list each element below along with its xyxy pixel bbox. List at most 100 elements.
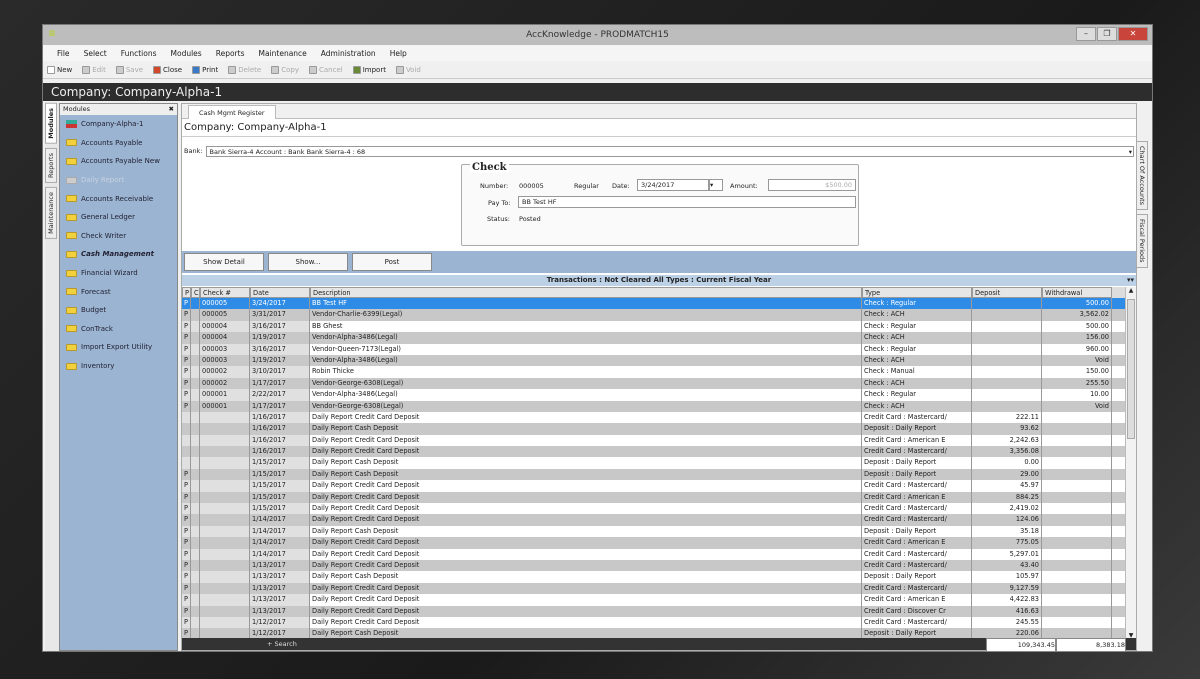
- payto-input[interactable]: BB Test HF: [518, 196, 856, 208]
- toolbar-copy-button[interactable]: Copy: [271, 65, 299, 74]
- toolbar-cancel-button[interactable]: Cancel: [308, 65, 343, 74]
- scrollbar-thumb[interactable]: [1127, 299, 1135, 439]
- column-header-p[interactable]: P: [182, 287, 191, 298]
- maximize-button[interactable]: ❐: [1097, 27, 1117, 41]
- table-row[interactable]: P 1/13/2017 Daily Report Credit Card Depos…: [182, 594, 1126, 606]
- menu-help[interactable]: Help: [390, 49, 407, 58]
- table-row[interactable]: 1/15/2017 Daily Report Cash Deposit Deposi…: [182, 457, 1126, 469]
- table-row[interactable]: P 1/13/2017 Daily Report Cash Deposit Depos…: [182, 571, 1126, 583]
- table-row[interactable]: 1/16/2017 Daily Report Credit Card Deposi…: [182, 434, 1126, 447]
- module-financial-wizard[interactable]: Financial Wizard: [60, 264, 177, 283]
- toolbar-delete-button[interactable]: Delete: [228, 65, 261, 74]
- column-header-withdrawal[interactable]: Withdrawal: [1042, 287, 1112, 298]
- toolbar-print-button[interactable]: Print: [192, 65, 218, 74]
- table-row[interactable]: P 1/13/2017 Daily Report Credit Card Depos…: [182, 605, 1126, 617]
- table-row[interactable]: P 1/12/2017 Daily Report Credit Card Depos…: [182, 616, 1126, 629]
- toolbar-save-button[interactable]: Save: [115, 65, 143, 74]
- module-accounts-payable-new[interactable]: Accounts Payable New: [60, 152, 177, 171]
- side-tab-chart-of-accounts[interactable]: Chart Of Accounts: [1136, 141, 1148, 211]
- cell-c: [191, 423, 200, 435]
- module-company-alpha-1[interactable]: Company-Alpha-1: [60, 115, 177, 134]
- module-accounts-payable[interactable]: Accounts Payable: [60, 134, 177, 153]
- cell-check: 000003: [200, 343, 250, 355]
- menu-select[interactable]: Select: [84, 49, 107, 58]
- table-row[interactable]: P 1/15/2017 Daily Report Credit Card Depos…: [182, 503, 1126, 515]
- module-inventory[interactable]: Inventory: [60, 357, 177, 376]
- table-row[interactable]: P 1/15/2017 Daily Report Credit Card Depos…: [182, 480, 1126, 492]
- module-accounts-receivable[interactable]: Accounts Receivable: [60, 189, 177, 208]
- side-tab-reports[interactable]: Reports: [45, 147, 57, 183]
- close-panel-icon[interactable]: ✖: [169, 104, 174, 115]
- table-row[interactable]: 1/16/2017 Daily Report Credit Card Deposi…: [182, 446, 1126, 458]
- minimize-button[interactable]: –: [1076, 27, 1096, 41]
- side-tab-fiscal-periods[interactable]: Fiscal Periods: [1136, 214, 1148, 268]
- table-row[interactable]: P 000004 3/16/2017 BB Ghest Check : Regular 5…: [182, 320, 1126, 333]
- cell-c: [191, 480, 200, 492]
- table-row[interactable]: P 1/14/2017 Daily Report Cash Deposit Depos…: [182, 525, 1126, 538]
- collapse-arrows-icon[interactable]: ▾▾: [1127, 275, 1134, 286]
- search-toggle[interactable]: + Search: [267, 638, 297, 650]
- cell-p: P: [182, 354, 191, 367]
- column-header-check[interactable]: Check #: [200, 287, 250, 298]
- table-row[interactable]: P 1/13/2017 Daily Report Credit Card Depos…: [182, 582, 1126, 595]
- module-general-ledger[interactable]: General Ledger: [60, 208, 177, 227]
- table-row[interactable]: P 1/13/2017 Daily Report Credit Card Depos…: [182, 559, 1126, 572]
- column-header-date[interactable]: Date: [250, 287, 310, 298]
- table-row[interactable]: 1/16/2017 Daily Report Credit Card Deposi…: [182, 411, 1126, 424]
- table-row[interactable]: P 1/14/2017 Daily Report Credit Card Depos…: [182, 537, 1126, 549]
- module-check-writer[interactable]: Check Writer: [60, 227, 177, 246]
- side-tab-modules[interactable]: Modules: [45, 103, 57, 144]
- amount-input[interactable]: $500.00: [768, 179, 856, 191]
- table-row[interactable]: 1/16/2017 Daily Report Cash Deposit Deposi…: [182, 423, 1126, 435]
- post-button[interactable]: Post: [352, 253, 432, 271]
- show-detail-button[interactable]: Show Detail: [184, 253, 264, 271]
- module-daily-report[interactable]: Daily Report: [60, 171, 177, 190]
- cell-deposit: 416.63: [972, 605, 1042, 617]
- column-header-type[interactable]: Type: [862, 287, 972, 298]
- module-budget[interactable]: Budget: [60, 301, 177, 320]
- cell-p: P: [182, 480, 191, 492]
- show-button[interactable]: Show...: [268, 253, 348, 271]
- cell-type: Credit Card : Mastercard/: [862, 480, 972, 492]
- date-input[interactable]: 3/24/2017: [637, 179, 709, 191]
- tab-cash-mgmt-register[interactable]: Cash Mgmt Register: [188, 105, 276, 119]
- bank-select[interactable]: Bank Sierra-4 Account : Bank Bank Sierra…: [205, 145, 1134, 157]
- transactions-table: P C Check # Date Description Type Deposit Withd…: [182, 287, 1126, 640]
- column-header-description[interactable]: Description: [310, 287, 862, 298]
- cell-p: P: [182, 389, 191, 401]
- toolbar-close-button[interactable]: Close: [153, 65, 182, 74]
- menu-modules[interactable]: Modules: [171, 49, 202, 58]
- module-cash-management[interactable]: Cash Management: [60, 245, 177, 264]
- table-row[interactable]: P 1/14/2017 Daily Report Credit Card Depos…: [182, 514, 1126, 526]
- table-row[interactable]: P 000002 3/10/2017 Robin Thicke Check : Manu…: [182, 366, 1126, 378]
- table-row[interactable]: P 1/15/2017 Daily Report Cash Deposit Depos…: [182, 468, 1126, 481]
- module-contrack[interactable]: ConTrack: [60, 320, 177, 339]
- table-row[interactable]: P 000005 3/24/2017 BB Test HF Check : Regula…: [182, 298, 1126, 310]
- table-row[interactable]: P 1/15/2017 Daily Report Credit Card Depos…: [182, 491, 1126, 504]
- table-row[interactable]: P 000004 1/19/2017 Vendor-Alpha-3486(Legal)…: [182, 332, 1126, 344]
- table-row[interactable]: P 000001 2/22/2017 Vendor-Alpha-3486(Legal)…: [182, 389, 1126, 401]
- date-picker-button[interactable]: ▾: [709, 179, 723, 191]
- menu-file[interactable]: File: [57, 49, 70, 58]
- table-row[interactable]: P 000002 1/17/2017 Vendor-George-6308(Legal…: [182, 377, 1126, 390]
- module-import-export-utility[interactable]: Import Export Utility: [60, 338, 177, 357]
- toolbar-new-button[interactable]: New: [47, 65, 72, 74]
- close-window-button[interactable]: ✕: [1118, 27, 1148, 41]
- table-row[interactable]: P 1/14/2017 Daily Report Credit Card Depos…: [182, 548, 1126, 560]
- menu-administration[interactable]: Administration: [321, 49, 376, 58]
- column-header-deposit[interactable]: Deposit: [972, 287, 1042, 298]
- table-row[interactable]: P 000003 3/16/2017 Vendor-Queen-7173(Legal)…: [182, 343, 1126, 355]
- table-row[interactable]: P 000005 3/31/2017 Vendor-Charlie-6399(Lega…: [182, 309, 1126, 321]
- table-scrollbar[interactable]: ▲ ▼: [1125, 287, 1136, 639]
- column-header-c[interactable]: C: [191, 287, 200, 298]
- menu-reports[interactable]: Reports: [216, 49, 245, 58]
- toolbar-void-button[interactable]: Void: [395, 65, 421, 74]
- menu-functions[interactable]: Functions: [121, 49, 157, 58]
- module-forecast[interactable]: Forecast: [60, 282, 177, 301]
- toolbar-import-button[interactable]: Import: [352, 65, 386, 74]
- menu-maintenance[interactable]: Maintenance: [258, 49, 306, 58]
- table-row[interactable]: P 000001 1/17/2017 Vendor-George-6308(Legal…: [182, 400, 1126, 412]
- table-row[interactable]: P 000003 1/19/2017 Vendor-Alpha-3486(Legal)…: [182, 354, 1126, 367]
- toolbar-edit-button[interactable]: Edit: [82, 65, 106, 74]
- side-tab-maintenance[interactable]: Maintenance: [45, 186, 57, 239]
